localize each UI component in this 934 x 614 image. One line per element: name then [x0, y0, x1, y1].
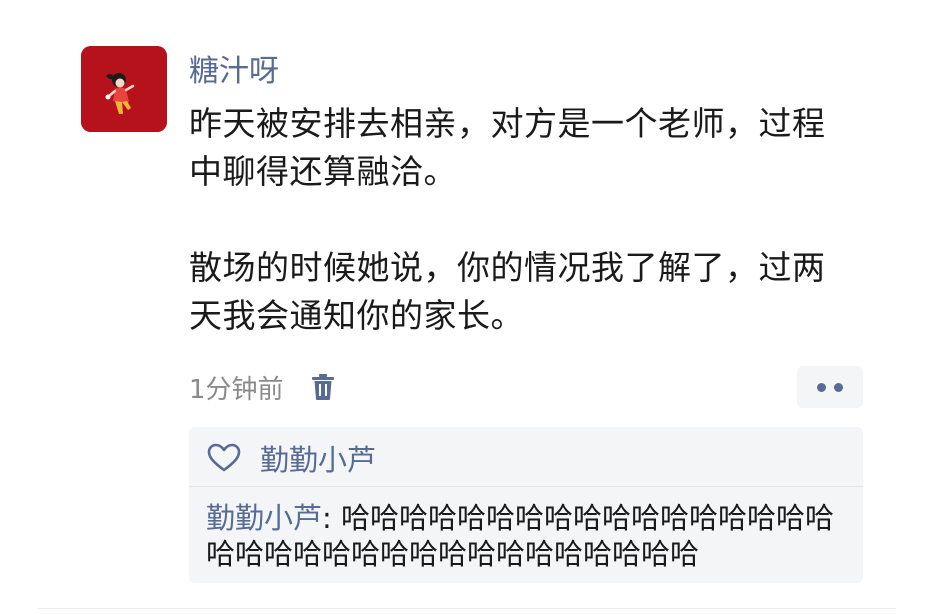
likes-comments-panel: 勤勤小芦 勤勤小芦: 哈哈哈哈哈哈哈哈哈哈哈哈哈哈哈哈哈哈哈哈哈哈哈哈哈哈哈哈哈… — [189, 427, 863, 583]
post-paragraph: 昨天被安排去相亲，对方是一个老师，过程中聊得还算融洽。 — [189, 104, 826, 191]
post-meta: 1分钟前 — [189, 366, 336, 408]
divider — [189, 486, 863, 487]
likes-row: 勤勤小芦 — [207, 435, 376, 481]
avatar[interactable] — [81, 46, 167, 132]
comment-author[interactable]: 勤勤小芦 — [206, 501, 322, 535]
more-options-button[interactable] — [797, 366, 863, 408]
post-paragraph: 散场的时候她说，你的情况我了解了，过两天我会通知你的家长。 — [189, 248, 826, 335]
post-text: 昨天被安排去相亲，对方是一个老师，过程中聊得还算融洽。 散场的时候她说，你的情况… — [189, 100, 854, 340]
post-timestamp: 1分钟前 — [189, 374, 284, 405]
more-dots-icon — [817, 382, 826, 392]
liker-name[interactable]: 勤勤小芦 — [260, 437, 376, 479]
post-author-name[interactable]: 糖汁呀 — [189, 50, 279, 94]
more-dots-icon — [834, 382, 843, 392]
heart-icon — [207, 443, 241, 473]
avatar-illustration — [81, 46, 167, 132]
comment-item[interactable]: 勤勤小芦: 哈哈哈哈哈哈哈哈哈哈哈哈哈哈哈哈哈哈哈哈哈哈哈哈哈哈哈哈哈哈哈哈哈哈 — [206, 500, 846, 572]
trash-icon[interactable] — [310, 373, 336, 401]
comment-separator: : — [322, 501, 342, 535]
divider — [38, 608, 896, 609]
